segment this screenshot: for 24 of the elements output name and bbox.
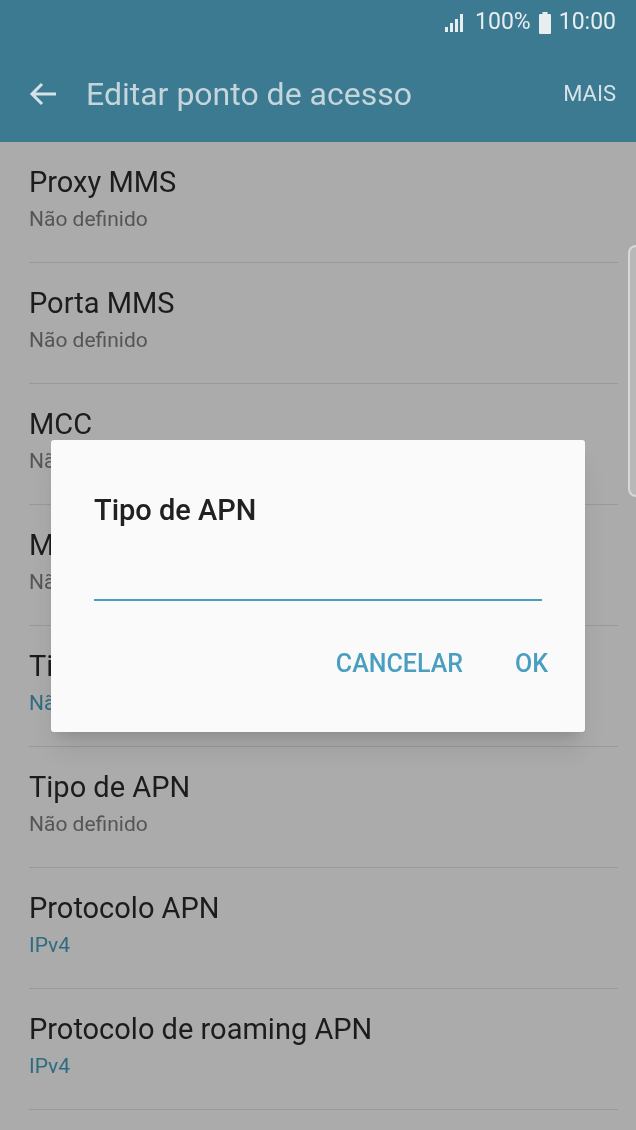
setting-item[interactable]: Tipo de APN Não definido (29, 747, 618, 868)
setting-item[interactable]: Protocolo APN IPv4 (29, 868, 618, 989)
setting-item[interactable]: Protocolo de roaming APN IPv4 (29, 989, 618, 1110)
setting-value: Não definido (29, 811, 148, 839)
setting-value: IPv4 (29, 932, 71, 960)
battery-level: 100% (475, 7, 531, 38)
setting-value: IPv4 (29, 1053, 71, 1081)
setting-title: Porta MMS (29, 285, 175, 322)
battery-icon (538, 11, 551, 34)
screen-title: Editar ponto de acesso (86, 73, 412, 115)
setting-title: Proxy MMS (29, 164, 177, 201)
more-button[interactable]: MAIS (563, 77, 616, 110)
dialog-title: Tipo de APN (94, 492, 258, 529)
setting-title: Protocolo de roaming APN (29, 1011, 373, 1048)
setting-value: Não definido (29, 206, 148, 234)
clock: 10:00 (558, 7, 616, 38)
setting-title: MCC (29, 406, 93, 443)
setting-title: Tipo de APN (29, 769, 191, 806)
setting-item[interactable]: Porta MMS Não definido (29, 263, 618, 384)
setting-item[interactable]: Proxy MMS Não definido (29, 142, 618, 263)
setting-value: Não definido (29, 327, 148, 355)
setting-title: Protocolo APN (29, 890, 220, 927)
setting-title: Ti (29, 648, 54, 685)
edge-handle[interactable] (628, 245, 636, 497)
